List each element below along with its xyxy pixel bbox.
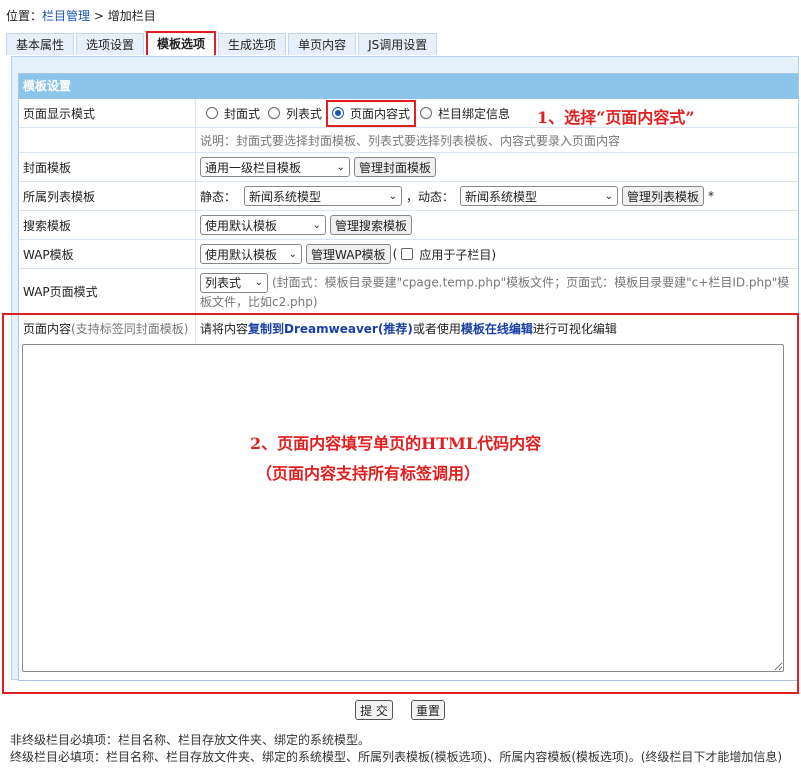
cover-template-label: 封面模板 bbox=[19, 153, 196, 181]
radio-list-circle[interactable] bbox=[268, 107, 281, 119]
radio-list-label: 列表式 bbox=[286, 106, 323, 121]
radio-page-content[interactable]: 页面内容式 bbox=[326, 99, 417, 127]
manage-list-template-button[interactable]: 管理列表模板 bbox=[622, 186, 705, 206]
radio-cover-label: 封面式 bbox=[224, 106, 261, 121]
wap-mode-select[interactable]: 列表式 ⌄ bbox=[200, 273, 268, 293]
tab-option-settings[interactable]: 选项设置 bbox=[76, 33, 145, 55]
search-template-controls: 使用默认模板 ⌄ 管理搜索模板 bbox=[198, 211, 798, 239]
tab-generate-options[interactable]: 生成选项 bbox=[218, 33, 287, 55]
tab-basic-props[interactable]: 基本属性 bbox=[6, 33, 75, 55]
breadcrumb-prefix: 位置： bbox=[6, 9, 43, 23]
tab-template-options[interactable]: 模板选项 bbox=[146, 31, 217, 55]
chevron-down-icon: ⌄ bbox=[312, 219, 321, 231]
row-wap-mode: WAP页面模式 列表式 ⌄ (封面式：模板目录要建"cpage.temp.php"模… bbox=[19, 269, 798, 314]
page-content-hint: 请将内容 复制到Dreamweaver(推荐) 或者使用 模板在线编辑 进行可视化编辑 bbox=[198, 314, 798, 342]
tab-bar: 基本属性 选项设置 模板选项 生成选项 单页内容 JS调用设置 bbox=[6, 31, 439, 55]
manage-cover-template-button[interactable]: 管理封面模板 bbox=[354, 157, 437, 177]
chevron-down-icon: ⌄ bbox=[336, 161, 345, 173]
wap-template-select-value: 使用默认模板 bbox=[205, 247, 278, 262]
apply-to-subcolumns-label: 应用于子栏目) bbox=[419, 247, 497, 262]
page-content-textarea[interactable] bbox=[22, 344, 784, 672]
row-search-template: 搜索模板 使用默认模板 ⌄ 管理搜索模板 bbox=[19, 211, 798, 240]
display-mode-note: 说明：封面式要选择封面模板、列表式要选择列表模板、内容式要录入页面内容 bbox=[200, 133, 621, 148]
static-template-select-value: 新闻系统模型 bbox=[249, 189, 322, 204]
page-content-hint-1: 请将内容 bbox=[200, 321, 249, 336]
page-content-label-hint: (支持标签同封面模板) bbox=[71, 321, 189, 336]
page-content-hint-2: 或者使用 bbox=[412, 321, 461, 336]
footer-note-1: 非终级栏目必填项：栏目名称、栏目存放文件夹、绑定的系统模型。 bbox=[10, 733, 371, 747]
apply-to-subcolumns-checkbox[interactable] bbox=[401, 248, 414, 260]
wap-mode-desc-1: (封面式：模板目录要建"cpage.temp.php"模板文件；页面式：模板目录… bbox=[272, 275, 790, 290]
display-mode-options: 封面式 列表式 页面内容式 栏目绑定信息 bbox=[198, 99, 798, 127]
section-header: 模板设置 bbox=[19, 74, 798, 99]
tab-single-page-content[interactable]: 单页内容 bbox=[288, 33, 357, 55]
annotation-step1: 1、选择“页面内容式” bbox=[537, 108, 695, 127]
wap-template-select[interactable]: 使用默认模板 ⌄ bbox=[200, 244, 302, 264]
static-label: 静态： bbox=[200, 189, 237, 204]
reset-button[interactable]: 重置 bbox=[411, 700, 445, 720]
row-page-content: 页面内容 (支持标签同封面模板) 请将内容 复制到Dreamweaver(推荐) 或者… bbox=[19, 314, 798, 342]
chevron-down-icon: ⌄ bbox=[288, 248, 297, 260]
cover-template-controls: 通用一级栏目模板 ⌄ 管理封面模板 bbox=[198, 153, 798, 181]
static-template-select[interactable]: 新闻系统模型 ⌄ bbox=[244, 186, 403, 206]
row-cover-template: 封面模板 通用一级栏目模板 ⌄ 管理封面模板 bbox=[19, 153, 798, 182]
cover-template-select[interactable]: 通用一级栏目模板 ⌄ bbox=[200, 157, 350, 177]
display-mode-label: 页面显示模式 bbox=[19, 99, 196, 127]
submit-button[interactable]: 提 交 bbox=[355, 700, 393, 720]
dynamic-label: ，动态： bbox=[406, 189, 455, 204]
wap-template-controls: 使用默认模板 ⌄ 管理WAP模板 ( 应用于子栏目) bbox=[198, 240, 798, 268]
wap-paren-open: ( bbox=[392, 247, 398, 261]
annotation-step2: 2、页面内容填写单页的HTML代码内容 bbox=[250, 434, 542, 453]
radio-cover-circle[interactable] bbox=[206, 107, 218, 119]
dynamic-template-select[interactable]: 新闻系统模型 ⌄ bbox=[460, 186, 619, 206]
breadcrumb-link-column-manage[interactable]: 栏目管理 bbox=[42, 9, 90, 23]
wap-mode-label: WAP页面模式 bbox=[19, 269, 196, 313]
radio-list[interactable]: 列表式 bbox=[268, 105, 322, 122]
page-content-label: 页面内容 (支持标签同封面模板) bbox=[19, 314, 196, 342]
search-template-select-value: 使用默认模板 bbox=[205, 218, 278, 233]
breadcrumb-current: 增加栏目 bbox=[107, 9, 156, 23]
page-content-hint-3: 进行可视化编辑 bbox=[532, 321, 617, 336]
row-list-template: 所属列表模板 静态： 新闻系统模型 ⌄ ，动态： 新闻系统模型 ⌄ 管理列表模板 * bbox=[19, 182, 798, 211]
search-template-label: 搜索模板 bbox=[19, 211, 196, 239]
manage-search-template-button[interactable]: 管理搜索模板 bbox=[330, 215, 413, 235]
row-display-note: 说明：封面式要选择封面模板、列表式要选择列表模板、内容式要录入页面内容 bbox=[19, 128, 798, 153]
search-template-select[interactable]: 使用默认模板 ⌄ bbox=[200, 215, 326, 235]
radio-cover[interactable]: 封面式 bbox=[206, 105, 260, 122]
wap-mode-controls: 列表式 ⌄ (封面式：模板目录要建"cpage.temp.php"模板文件；页面式：… bbox=[200, 273, 796, 311]
list-template-label: 所属列表模板 bbox=[19, 182, 196, 210]
page-content-label-text: 页面内容 bbox=[23, 321, 72, 336]
tab-js-settings[interactable]: JS调用设置 bbox=[358, 33, 438, 55]
display-note-empty-label bbox=[19, 128, 196, 152]
radio-bind-info[interactable]: 栏目绑定信息 bbox=[420, 105, 510, 122]
manage-wap-template-button[interactable]: 管理WAP模板 bbox=[306, 244, 391, 264]
wap-template-label: WAP模板 bbox=[19, 240, 196, 268]
chevron-down-icon: ⌄ bbox=[254, 277, 263, 288]
footer-note-2: 终级栏目必填项：栏目名称、栏目存放文件夹、绑定的系统模型、所属列表模板(模板选项… bbox=[10, 750, 783, 764]
dynamic-template-select-value: 新闻系统模型 bbox=[465, 189, 538, 204]
chevron-down-icon: ⌄ bbox=[388, 190, 398, 202]
online-template-editor-link[interactable]: 模板在线编辑 bbox=[461, 320, 533, 337]
copy-to-dreamweaver-link[interactable]: 复制到Dreamweaver(推荐) bbox=[248, 320, 413, 337]
cover-template-select-value: 通用一级栏目模板 bbox=[205, 160, 302, 175]
list-template-controls: 静态： 新闻系统模型 ⌄ ，动态： 新闻系统模型 ⌄ 管理列表模板 * bbox=[198, 182, 798, 210]
radio-page-content-label: 页面内容式 bbox=[350, 106, 411, 121]
breadcrumb: 位置：栏目管理 > 增加栏目 bbox=[6, 7, 156, 24]
required-mark: * bbox=[708, 189, 715, 203]
chevron-down-icon: ⌄ bbox=[604, 190, 614, 202]
wap-mode-desc-2: 板文件，比如c2.php) bbox=[200, 295, 318, 309]
radio-bind-info-circle[interactable] bbox=[420, 107, 433, 119]
annotation-step2-sub: （页面内容支持所有标签调用） bbox=[256, 464, 481, 483]
breadcrumb-separator: > bbox=[90, 9, 108, 23]
wap-mode-select-value: 列表式 bbox=[205, 276, 242, 290]
radio-page-content-circle[interactable] bbox=[332, 107, 345, 119]
row-wap-template: WAP模板 使用默认模板 ⌄ 管理WAP模板 ( 应用于子栏目) bbox=[19, 240, 798, 269]
radio-bind-info-label: 栏目绑定信息 bbox=[438, 106, 511, 121]
